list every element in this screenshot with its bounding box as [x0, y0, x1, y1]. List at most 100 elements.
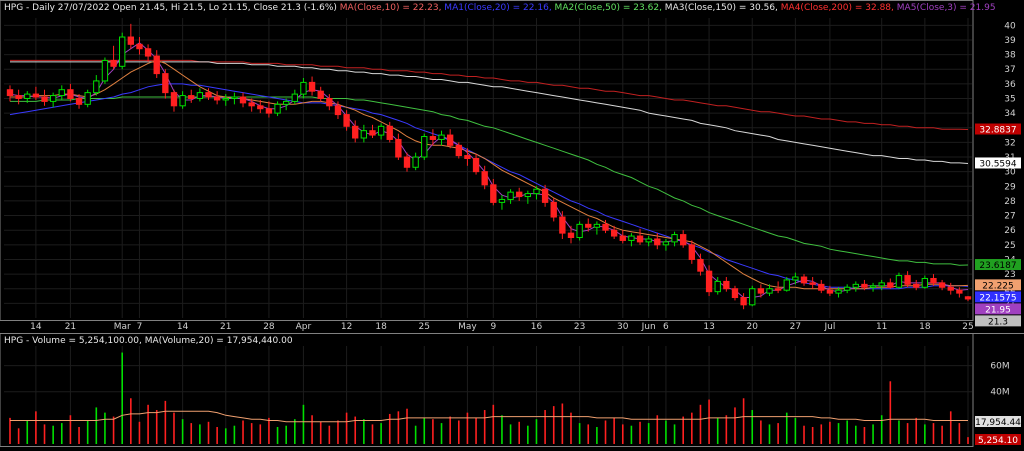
candle-body: [257, 105, 264, 110]
candle-body: [766, 288, 773, 294]
price-header: HPG - Daily 27/07/2022 Open 21.45, Hi 21…: [4, 3, 996, 13]
candle-body: [162, 73, 169, 94]
time-tick-label: 28: [263, 322, 275, 332]
candle-body: [809, 282, 816, 285]
candle-body: [179, 95, 186, 107]
volume-ma-label-text: 17,954.44: [975, 418, 1021, 428]
candle-body: [84, 92, 91, 105]
candle-body: [222, 97, 229, 101]
candle-body: [343, 114, 350, 127]
candle-body: [464, 155, 471, 159]
candle-body: [446, 134, 454, 146]
candle-body: [533, 188, 540, 195]
candle-body: [67, 89, 74, 99]
candle-body: [291, 93, 298, 102]
candle-body: [15, 95, 22, 99]
candle-body: [360, 130, 368, 139]
header-segment: MA2(Close,50) = 23.62,: [552, 3, 662, 13]
time-tick-label: 30: [617, 322, 629, 332]
candle-body: [317, 90, 324, 99]
price-label-text: 32.8837: [979, 126, 1016, 136]
time-tick-label: Mar: [114, 322, 131, 332]
candle-body: [861, 283, 868, 288]
candle-body: [49, 95, 57, 102]
candle-body: [170, 92, 178, 107]
time-tick-label: 7: [137, 322, 143, 332]
candle-body: [576, 223, 583, 239]
candle-body: [619, 235, 626, 241]
price-tick-label: 29: [1004, 182, 1016, 192]
candle-body: [300, 81, 307, 95]
time-tick-label: 12: [341, 322, 352, 332]
candle-body: [498, 198, 506, 203]
stock-chart-window: 2122232425262728293031323334353637383940…: [0, 0, 1024, 447]
time-tick-label: 21: [65, 322, 76, 332]
candle-body: [904, 275, 911, 285]
candle-body: [688, 244, 695, 260]
header-segment: MA(Volume,20) = 17,954,440.00: [142, 336, 293, 346]
candle-body: [723, 280, 730, 290]
price-tick-label: 27: [1004, 212, 1015, 222]
time-tick-label: 16: [531, 322, 543, 332]
chart-canvas[interactable]: 2122232425262728293031323334353637383940…: [0, 0, 1024, 447]
header-segment: HPG - Daily 27/07/2022 Open 21.45, Hi 21…: [4, 3, 337, 13]
candle-body: [283, 100, 290, 105]
time-tick-label: 9: [490, 322, 496, 332]
candle-body: [895, 275, 903, 288]
candle-body: [714, 280, 721, 293]
header-segment: MA3(Close,150) = 30.56,: [662, 3, 778, 13]
candle-body: [24, 93, 31, 99]
time-tick-label: Jul: [823, 322, 835, 332]
candle-body: [144, 48, 152, 57]
candle-body: [377, 125, 385, 136]
candle-body: [32, 93, 40, 98]
time-tick-label: 14: [30, 322, 42, 332]
candle-body: [671, 234, 678, 243]
price-tick-label: 32: [1004, 138, 1015, 148]
candle-body: [567, 232, 575, 239]
candle-body: [878, 282, 885, 287]
candle-body: [481, 171, 488, 186]
candle-body: [550, 201, 557, 218]
candle-body: [628, 235, 635, 241]
candle-body: [774, 288, 782, 291]
candle-body: [274, 103, 281, 114]
candle-body: [308, 81, 316, 92]
candle-body: [326, 97, 333, 107]
candle-body: [792, 276, 799, 281]
candle-body: [127, 36, 135, 45]
candle-body: [585, 223, 592, 228]
price-tick-label: 28: [1004, 197, 1016, 207]
candle-body: [697, 258, 704, 272]
price-tick-label: 34: [1004, 109, 1016, 119]
time-tick-label: 18: [919, 322, 931, 332]
price-tick-label: 40: [1004, 21, 1016, 31]
candle-body: [680, 234, 687, 246]
candle-body: [490, 184, 497, 203]
price-tick-label: 37: [1004, 65, 1015, 75]
candle-body: [964, 296, 972, 300]
candle-body: [956, 289, 963, 294]
candle-body: [438, 134, 445, 140]
candle-body: [524, 193, 532, 198]
candle-body: [369, 130, 376, 136]
price-label-text: 30.5594: [979, 159, 1016, 169]
header-segment: MA(Close,10) = 22.23,: [337, 3, 442, 13]
candle-body: [153, 55, 160, 75]
last-volume-label-text: 5,254.10: [978, 436, 1018, 446]
candle-body: [913, 283, 920, 288]
candle-body: [110, 59, 117, 67]
candle-body: [58, 89, 65, 97]
candle-body: [239, 96, 247, 104]
price-label-text: 21.3: [988, 317, 1008, 327]
candle-body: [248, 102, 255, 107]
time-tick-label: 23: [574, 322, 585, 332]
candle-body: [593, 223, 601, 228]
candle-body: [213, 96, 221, 101]
candle-body: [231, 96, 238, 99]
candle-body: [136, 43, 143, 50]
price-tick-label: 35: [1004, 94, 1015, 104]
candle-body: [429, 136, 437, 140]
candle-body: [507, 191, 514, 200]
time-tick-label: Jun: [641, 322, 656, 332]
